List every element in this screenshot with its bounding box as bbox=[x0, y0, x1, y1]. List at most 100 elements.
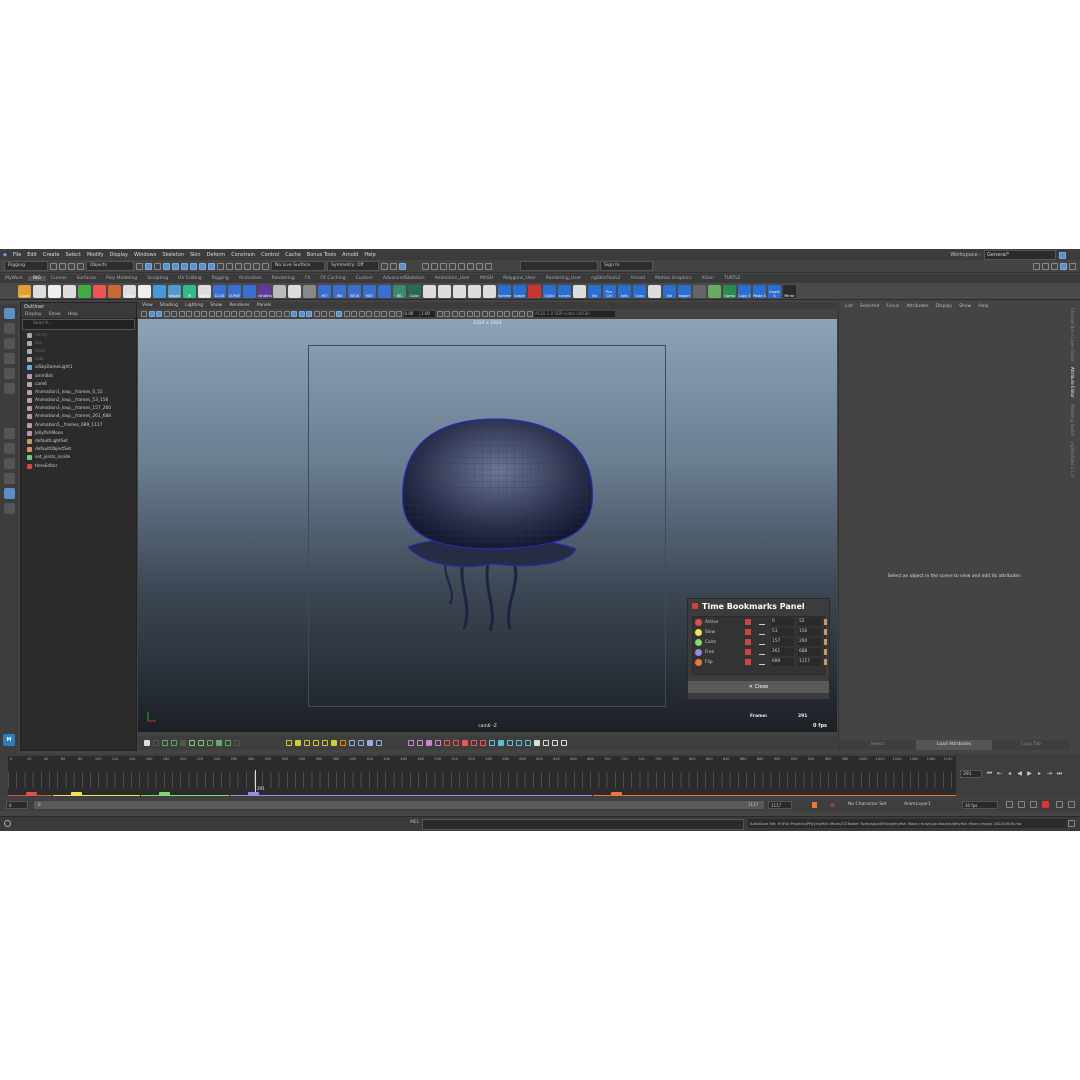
bookmark-marker[interactable] bbox=[247, 792, 259, 796]
bookmark-end-field[interactable]: 156 bbox=[798, 628, 821, 636]
color-space-dropdown[interactable]: ACES 1.0 SDR-video (sRGB) bbox=[534, 311, 615, 317]
sound-icon[interactable] bbox=[1018, 801, 1025, 808]
selection-mode-dropdown[interactable]: Objects bbox=[86, 261, 134, 271]
viewport-tool-icon[interactable] bbox=[321, 311, 327, 317]
symmetry-dropdown[interactable]: Symmetry: Off bbox=[327, 261, 379, 271]
shelf-tab-rendering[interactable]: Rendering bbox=[267, 276, 300, 281]
viewport-tool-icon[interactable] bbox=[388, 311, 395, 317]
move-tool-icon[interactable] bbox=[3, 353, 15, 364]
shelf-tab-poly-modeling[interactable]: Poly Modeling bbox=[101, 276, 142, 281]
viewport-tool-icon[interactable] bbox=[261, 311, 267, 317]
viewport-menu-shading[interactable]: Shading bbox=[160, 302, 178, 309]
shelf-button[interactable]: D-CN bbox=[213, 284, 226, 298]
snap-point-icon[interactable] bbox=[235, 262, 242, 270]
shelf-button[interactable]: MAT bbox=[363, 284, 376, 298]
shelf-button[interactable]: No bbox=[588, 284, 601, 298]
attribute-menu-focus[interactable]: Focus bbox=[886, 302, 899, 312]
animbot-tool-icon[interactable] bbox=[198, 740, 204, 746]
shelf-button[interactable]: Unpart bbox=[168, 284, 181, 298]
viewport-tool-icon[interactable] bbox=[253, 311, 260, 317]
bookmark-color-swatch[interactable] bbox=[695, 618, 702, 626]
viewport-tool-icon[interactable] bbox=[223, 311, 230, 317]
outliner-search-input[interactable]: Search... bbox=[22, 319, 135, 330]
viewport-scene[interactable]: 1024 x 1024 cam6 -Z Frame: 291 0 fps Tim… bbox=[138, 319, 837, 732]
bookmark-row[interactable]: Flip 689 1117 bbox=[693, 657, 827, 667]
auto-keyframe-icon[interactable] bbox=[1042, 801, 1049, 808]
menu-skeleton[interactable]: Skeleton bbox=[159, 252, 187, 258]
shelf-button[interactable] bbox=[33, 284, 46, 298]
viewport-menu-lighting[interactable]: Lighting bbox=[185, 302, 203, 309]
viewport-tool-icon[interactable] bbox=[511, 311, 518, 317]
maya-autodesk-icon[interactable]: M bbox=[3, 734, 15, 746]
scale-tool-icon[interactable] bbox=[3, 383, 15, 394]
select-button[interactable]: Select bbox=[839, 740, 916, 750]
shelf-button[interactable]: HIT bbox=[318, 284, 331, 298]
shelf-tab-rendering-user[interactable]: Rendering_User bbox=[541, 276, 587, 281]
attribute-menu-selected[interactable]: Selected bbox=[860, 302, 880, 312]
animbot-tool-icon[interactable] bbox=[525, 740, 531, 746]
animbot-tool-icon[interactable] bbox=[444, 740, 450, 746]
animbot-tool-icon[interactable] bbox=[561, 740, 567, 746]
animbot-tool-icon[interactable] bbox=[180, 740, 186, 746]
viewport-tool-icon[interactable] bbox=[298, 311, 305, 317]
hypershade-icon[interactable] bbox=[458, 262, 465, 270]
rotate-tool-icon[interactable] bbox=[3, 368, 15, 379]
outliner-item[interactable]: timeEditor bbox=[21, 462, 136, 470]
attribute-menu-list[interactable]: List bbox=[845, 302, 853, 312]
mask-surfaces-icon[interactable] bbox=[181, 262, 188, 270]
close-button[interactable]: ✕ Close bbox=[688, 681, 829, 693]
shelf-tab-rig[interactable]: RIG bbox=[27, 276, 46, 281]
render-settings-icon[interactable] bbox=[449, 262, 456, 270]
shelf-button[interactable]: WT-B bbox=[348, 284, 361, 298]
shelf-button[interactable]: D-PG bbox=[198, 284, 211, 298]
bookmark-download-icon[interactable] bbox=[759, 649, 765, 655]
sign-in-dropdown[interactable]: Sign In bbox=[600, 261, 653, 271]
bookmark-end-field[interactable]: 260 bbox=[798, 638, 821, 646]
bookmark-marker[interactable] bbox=[70, 792, 82, 796]
arnold-pause-icon[interactable] bbox=[485, 262, 492, 270]
timeline-track[interactable]: 0 20 40 60 80 100 120 140 160 180 200 220 240 260 280 3… bbox=[8, 756, 956, 796]
shelf-button[interactable]: Opmo bbox=[723, 284, 736, 298]
shelf-button[interactable]: homme bbox=[498, 284, 511, 298]
bookmark-download-icon[interactable] bbox=[759, 629, 765, 635]
viewport-tool-icon[interactable] bbox=[291, 311, 297, 317]
shelf-button[interactable] bbox=[303, 284, 316, 298]
bookmark-end-field[interactable]: 1117 bbox=[798, 658, 821, 666]
outliner-item[interactable]: set_joints_inside bbox=[21, 454, 136, 462]
menu-help[interactable]: Help bbox=[361, 252, 378, 258]
viewport-tool-icon[interactable] bbox=[231, 311, 237, 317]
shelf-button[interactable] bbox=[483, 284, 496, 298]
shelf-button[interactable] bbox=[48, 284, 61, 298]
bookmark-row[interactable]: Slow 53 156 bbox=[693, 627, 827, 637]
current-time-indicator[interactable] bbox=[254, 770, 256, 792]
load-attributes-button[interactable]: Load Attributes bbox=[915, 740, 993, 750]
step-forward-key-icon[interactable]: ⇥ bbox=[1046, 770, 1053, 777]
outliner-item[interactable]: cam6 bbox=[21, 380, 136, 388]
shelf-button[interactable]: curves bbox=[558, 284, 571, 298]
animbot-tool-icon[interactable] bbox=[234, 740, 240, 746]
mask-joints-icon[interactable] bbox=[163, 262, 170, 270]
current-frame-field[interactable]: 291 bbox=[960, 770, 982, 778]
render-view-icon[interactable] bbox=[422, 262, 429, 270]
shelf-tab-sculpting[interactable]: Sculpting bbox=[142, 276, 173, 281]
side-tab-modeling-toolkit[interactable]: Modeling Toolkit bbox=[1070, 404, 1075, 436]
bookmark-row[interactable]: Calm 157 260 bbox=[693, 637, 827, 647]
menu-edit[interactable]: Edit bbox=[24, 252, 40, 258]
select-tool-icon[interactable] bbox=[3, 308, 15, 319]
viewport-tool-icon[interactable] bbox=[489, 311, 495, 317]
bookmark-color-swatch[interactable] bbox=[695, 638, 702, 646]
bookmark-edit-icon[interactable] bbox=[824, 649, 827, 655]
viewport-tool-icon[interactable] bbox=[201, 311, 207, 317]
shelf-button[interactable] bbox=[453, 284, 466, 298]
viewport-tool-icon[interactable] bbox=[343, 311, 350, 317]
undo-icon[interactable] bbox=[68, 262, 75, 270]
outliner-item[interactable]: defaultLightSet bbox=[21, 437, 136, 445]
live-surface-field[interactable]: No Live Surface bbox=[271, 261, 325, 271]
bookmark-start-field[interactable]: 689 bbox=[771, 658, 794, 666]
lasso-tool-icon[interactable] bbox=[3, 323, 15, 334]
menu-file[interactable]: File bbox=[10, 252, 24, 258]
menu-bonus-tools[interactable]: Bonus Tools bbox=[304, 252, 339, 258]
animbot-tool-icon[interactable] bbox=[453, 740, 459, 746]
viewport-tool-icon[interactable] bbox=[381, 311, 387, 317]
outliner-item[interactable]: front bbox=[21, 347, 136, 355]
